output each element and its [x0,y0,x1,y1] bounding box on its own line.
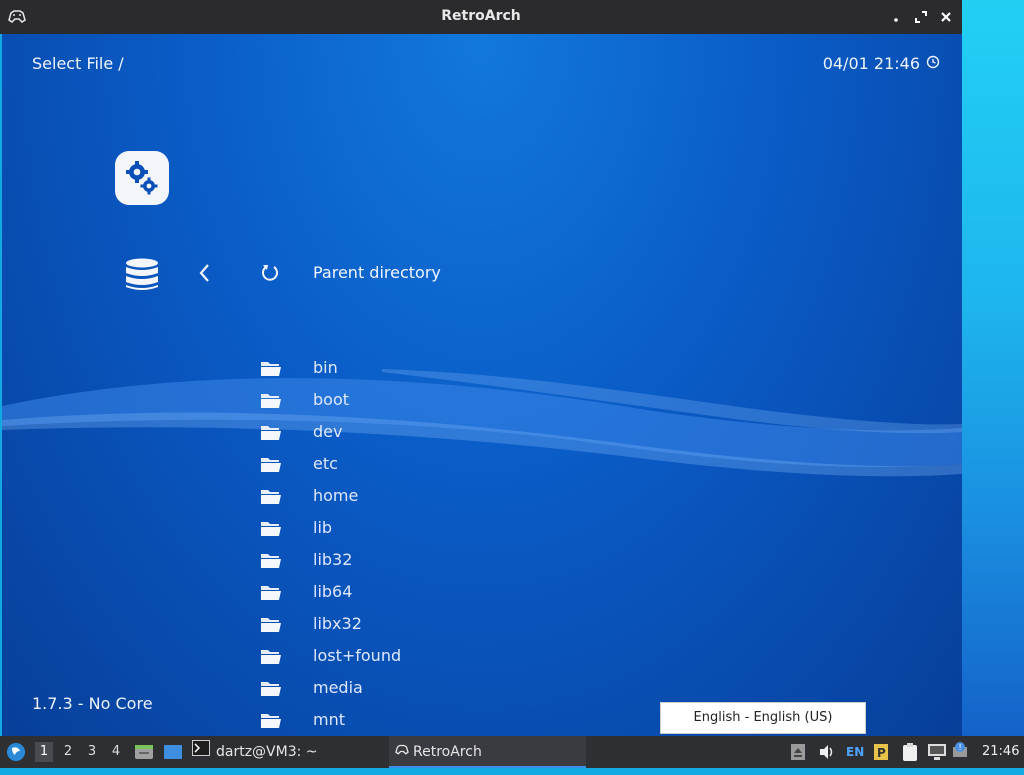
svg-text:P: P [877,746,886,760]
file-list-item-label: bin [313,358,338,377]
version-label: 1.7.3 - No Core [32,694,153,713]
header-datetime: 04/01 21:46 [823,54,940,73]
volume-icon[interactable] [818,736,836,768]
notification-icon[interactable]: ! [952,736,970,768]
folder-icon [260,679,282,701]
clock-icon [926,54,940,73]
window-title: RetroArch [441,8,521,24]
file-list-item[interactable]: etc [260,448,660,480]
file-list-item[interactable]: bin [260,352,660,384]
taskbar-clock[interactable]: 21:46 [982,736,1019,768]
terminal-task[interactable]: dartz@VM3: ~ [192,736,382,768]
retroarch-window: RetroArch Select File / 04/01 21:46 Pare… [0,0,962,736]
chevron-left-icon[interactable] [198,262,212,288]
workspace-2[interactable]: 2 [59,742,77,762]
settings-tab[interactable] [115,151,169,205]
file-list-item[interactable]: lib64 [260,576,660,608]
minimize-button[interactable] [888,9,904,25]
file-list-item-label: media [313,678,363,697]
folder-icon [260,583,282,605]
keyboard-layout-indicator[interactable]: EN [846,736,864,768]
restore-button[interactable] [913,9,929,25]
retroarch-task-label: RetroArch [413,744,482,760]
gamepad-icon [395,736,409,768]
terminal-icon [192,736,210,768]
file-list-item[interactable]: lib [260,512,660,544]
folder-icon [260,455,282,477]
folder-icon [260,391,282,413]
file-list-item[interactable]: libx32 [260,608,660,640]
eject-icon[interactable] [790,736,806,768]
file-list-item-label: home [313,486,359,505]
file-list-item[interactable]: lib32 [260,544,660,576]
menu-screen: Select File / 04/01 21:46 Parent directo… [2,34,962,736]
folder-icon [260,519,282,541]
file-list-item[interactable]: boot [260,384,660,416]
folder-icon [260,487,282,509]
datetime-label: 04/01 21:46 [822,54,920,73]
location-title: Select File / [32,54,124,73]
settings-gears-icon [126,161,158,195]
start-menu-icon[interactable] [6,736,26,768]
show-desktop-icon[interactable] [163,736,183,768]
network-icon[interactable] [927,736,947,768]
file-list-item-label: lost+found [313,646,402,665]
terminal-task-label: dartz@VM3: ~ [216,744,318,760]
svg-text:!: ! [959,743,962,752]
close-button[interactable] [938,9,954,25]
folder-icon [260,647,282,669]
file-list-item[interactable]: media [260,672,660,704]
parent-directory-item[interactable]: Parent directory [313,263,441,282]
workspace-1[interactable]: 1 [35,742,53,762]
file-manager-icon[interactable] [134,736,154,768]
file-list-item-label: libx32 [313,614,362,633]
retroarch-task[interactable]: RetroArch [389,736,586,768]
file-list-item-label: lib64 [313,582,353,601]
file-list-item-label: lib32 [313,550,353,569]
clipboard-icon[interactable] [900,736,920,768]
package-updates-icon[interactable]: P [873,736,889,768]
file-list-item-label: dev [313,422,343,441]
file-list-item-label: boot [313,390,350,409]
refresh-icon [260,263,280,287]
workspace-4[interactable]: 4 [107,742,125,762]
database-icon[interactable] [124,258,160,296]
folder-icon [260,615,282,637]
file-list-item[interactable]: home [260,480,660,512]
title-bar[interactable]: RetroArch [0,0,962,34]
file-list-item[interactable]: lost+found [260,640,660,672]
file-list-item[interactable]: mnt [260,704,660,736]
taskbar: 1234 dartz@VM3: ~ RetroArch EN P ! 21:46 [0,736,1024,768]
file-list-item-label: mnt [313,710,345,729]
language-tooltip: English - English (US) [660,702,866,734]
file-list-item[interactable]: dev [260,416,660,448]
folder-icon [260,423,282,445]
folder-icon [260,359,282,381]
folder-icon [260,551,282,573]
file-list-item-label: etc [313,454,338,473]
workspace-3[interactable]: 3 [83,742,101,762]
desktop-background [962,0,1024,736]
folder-icon [260,711,282,733]
file-list-item-label: lib [313,518,333,537]
